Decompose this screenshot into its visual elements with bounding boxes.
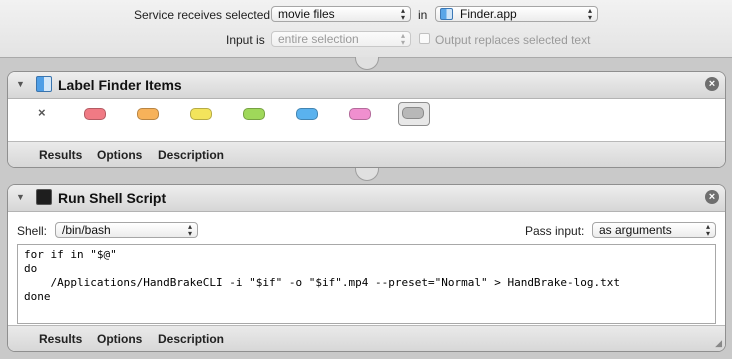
receives-label: Service receives selected xyxy=(134,8,271,22)
terminal-icon xyxy=(36,189,52,205)
app-value: Finder.app xyxy=(460,7,517,21)
receives-value: movie files xyxy=(278,7,335,21)
pass-input-value: as arguments xyxy=(599,223,672,237)
close-icon[interactable]: × xyxy=(705,77,719,91)
disclosure-triangle-icon[interactable]: ▼ xyxy=(16,193,25,202)
updown-arrow-icon: ▴ ▾ xyxy=(400,31,405,47)
panel-connector xyxy=(355,168,379,181)
close-icon[interactable]: × xyxy=(705,190,719,204)
resize-grip-icon[interactable]: ◢ xyxy=(715,339,722,348)
label-finder-items-action: ▼ Label Finder Items × × Results Options… xyxy=(7,71,726,168)
options-tab[interactable]: Options xyxy=(97,332,142,346)
description-tab[interactable]: Description xyxy=(158,148,224,162)
label-gray-button[interactable] xyxy=(402,107,424,119)
output-replaces-checkbox[interactable] xyxy=(419,33,430,44)
action-header: ▼ Label Finder Items × xyxy=(8,72,725,99)
label-blue-button[interactable] xyxy=(296,108,318,120)
run-shell-script-action: ▼ Run Shell Script × Shell: /bin/bash ▴ ▾… xyxy=(7,184,726,352)
action-title: Run Shell Script xyxy=(58,190,167,206)
receives-popup[interactable]: movie files ▴ ▾ xyxy=(271,6,411,22)
input-label: Input is xyxy=(226,33,265,47)
output-replaces-label: Output replaces selected text xyxy=(435,33,591,47)
updown-arrow-icon: ▴ ▾ xyxy=(187,222,192,238)
app-popup[interactable]: Finder.app ▴ ▾ xyxy=(435,6,598,22)
description-tab[interactable]: Description xyxy=(158,332,224,346)
label-red-button[interactable] xyxy=(84,108,106,120)
action-header: ▼ Run Shell Script × xyxy=(8,185,725,212)
service-header: Service receives selected movie files ▴ ▾… xyxy=(0,0,732,58)
script-editor[interactable]: for if in "$@" do /Applications/HandBrak… xyxy=(17,244,716,324)
options-tab[interactable]: Options xyxy=(97,148,142,162)
shell-popup[interactable]: /bin/bash ▴ ▾ xyxy=(55,222,198,238)
in-label: in xyxy=(418,8,428,22)
label-orange-button[interactable] xyxy=(137,108,159,120)
updown-arrow-icon: ▴ ▾ xyxy=(400,6,405,22)
updown-arrow-icon: ▴ ▾ xyxy=(587,6,592,22)
panel-connector xyxy=(355,57,379,70)
finder-label-icon xyxy=(36,76,52,92)
input-popup[interactable]: entire selection ▴ ▾ xyxy=(271,31,411,47)
finder-icon xyxy=(440,8,453,20)
results-tab[interactable]: Results xyxy=(39,148,82,162)
disclosure-triangle-icon[interactable]: ▼ xyxy=(16,80,25,89)
pass-input-label: Pass input: xyxy=(525,224,585,238)
action-footer: Results Options Description ◢ xyxy=(8,325,725,351)
label-green-button[interactable] xyxy=(243,108,265,120)
results-tab[interactable]: Results xyxy=(39,332,82,346)
pass-input-popup[interactable]: as arguments ▴ ▾ xyxy=(592,222,716,238)
label-yellow-button[interactable] xyxy=(190,108,212,120)
input-value: entire selection xyxy=(278,32,359,46)
updown-arrow-icon: ▴ ▾ xyxy=(705,222,710,238)
shell-label: Shell: xyxy=(17,224,48,238)
action-title: Label Finder Items xyxy=(58,77,182,93)
shell-value: /bin/bash xyxy=(62,223,111,237)
no-label-button[interactable]: × xyxy=(38,105,46,120)
action-footer: Results Options Description xyxy=(8,141,725,167)
label-purple-button[interactable] xyxy=(349,108,371,120)
